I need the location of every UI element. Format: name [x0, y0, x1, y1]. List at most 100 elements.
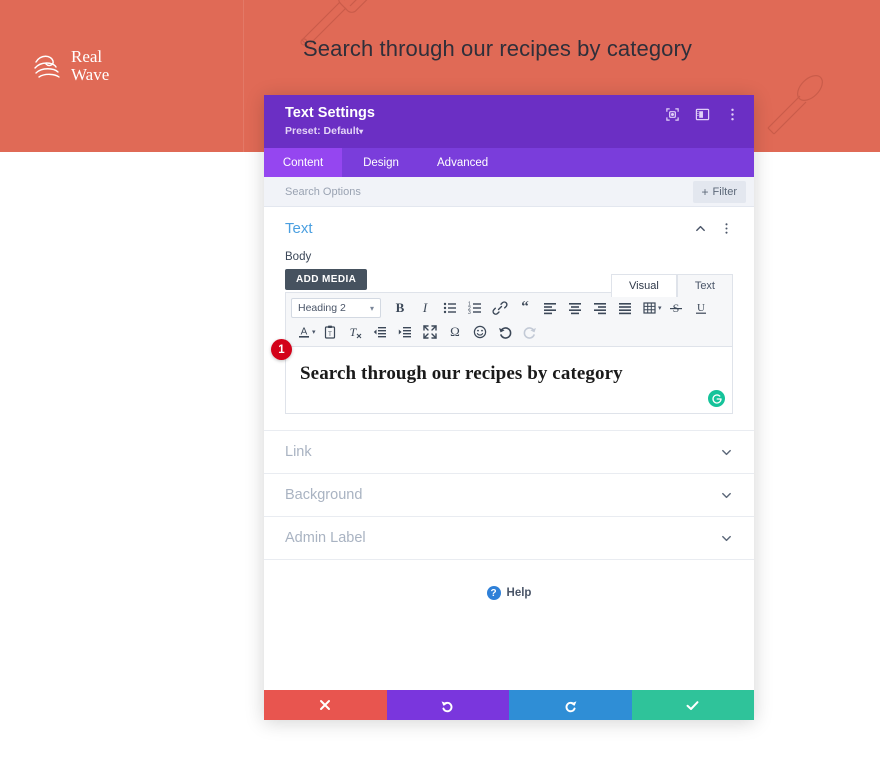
table-caret-icon[interactable]: ▾ — [658, 304, 662, 312]
accordion-item-link[interactable]: Link — [264, 431, 754, 474]
svg-text:T: T — [328, 332, 332, 338]
modal-tabs: Content Design Advanced — [264, 148, 754, 177]
close-x-icon — [320, 700, 331, 710]
link-icon[interactable] — [487, 298, 512, 319]
accordion-label: Admin Label — [285, 530, 366, 546]
panel-layout-icon[interactable] — [695, 107, 710, 122]
outdent-icon[interactable] — [368, 322, 393, 343]
section-more-icon[interactable] — [720, 222, 733, 235]
modal-header-icons — [665, 107, 740, 122]
cancel-button[interactable] — [264, 690, 387, 720]
align-justify-icon[interactable] — [612, 298, 637, 319]
undo-button[interactable] — [386, 690, 509, 720]
spoon-icon — [767, 75, 823, 135]
grammarly-icon[interactable] — [708, 390, 725, 407]
svg-text:I: I — [421, 300, 427, 315]
section-header-icons — [694, 222, 733, 235]
text-section: Text Body ADD MEDIA Visual Text Heading … — [264, 207, 754, 414]
modal-header: Text Settings Preset: Default▾ — [264, 95, 754, 148]
accordion-item-admin-label[interactable]: Admin Label — [264, 517, 754, 560]
editor-top-bar: ADD MEDIA Visual Text — [285, 269, 733, 297]
special-character-icon[interactable]: Ω — [443, 322, 468, 343]
align-right-icon[interactable] — [587, 298, 612, 319]
bold-icon[interactable]: B — [387, 298, 412, 319]
help-label: Help — [506, 587, 532, 599]
accordion-label: Link — [285, 444, 312, 460]
filter-label: Filter — [712, 186, 737, 198]
options-accordion: Link Background Admin Label — [264, 430, 754, 560]
tab-advanced[interactable]: Advanced — [420, 148, 505, 177]
search-options-row: Search Options + Filter — [264, 177, 754, 207]
text-section-header: Text — [285, 220, 733, 237]
svg-text:T: T — [350, 325, 358, 339]
redo-icon[interactable] — [518, 322, 543, 343]
svg-text:A: A — [300, 327, 307, 338]
bulleted-list-icon[interactable] — [437, 298, 462, 319]
hero-heading: Search through our recipes by category — [303, 36, 693, 61]
focus-target-icon[interactable] — [665, 107, 680, 122]
editor-heading-text[interactable]: Search through our recipes by category — [300, 363, 718, 385]
site-logo[interactable]: Real Wave — [33, 48, 109, 84]
preset-selector[interactable]: Preset: Default▾ — [285, 124, 740, 139]
align-left-icon[interactable] — [537, 298, 562, 319]
tab-text[interactable]: Text — [676, 274, 733, 297]
toolbar-row-1: Heading 2 ▾ B I 1 2 3 “ ▾ U — [291, 297, 727, 319]
accordion-item-background[interactable]: Background — [264, 474, 754, 517]
search-input[interactable]: Search Options — [285, 186, 361, 198]
svg-text:Ω: Ω — [450, 324, 460, 339]
redo-arrow-icon — [565, 700, 577, 712]
indent-icon[interactable] — [393, 322, 418, 343]
tab-design[interactable]: Design — [342, 148, 420, 177]
toolbar-row-2: A ▾ T T Ω — [291, 321, 727, 343]
chevron-down-icon — [722, 535, 731, 541]
plus-icon: + — [701, 185, 709, 199]
format-select[interactable]: Heading 2 ▾ — [291, 298, 381, 318]
wave-lines-icon — [34, 55, 60, 78]
numbered-list-icon[interactable]: 1 2 3 — [462, 298, 487, 319]
save-button[interactable] — [631, 690, 754, 720]
chevron-down-icon — [722, 492, 731, 498]
tab-content[interactable]: Content — [264, 148, 342, 177]
chevron-down-icon: ▾ — [369, 303, 374, 313]
section-title: Text — [285, 220, 313, 237]
question-mark-icon: ? — [486, 586, 501, 600]
editor-mode-tabs: Visual Text — [611, 274, 733, 297]
text-settings-modal: Text Settings Preset: Default▾ Content D… — [264, 95, 754, 720]
undo-icon[interactable] — [493, 322, 518, 343]
column-divider — [243, 0, 244, 152]
tab-visual[interactable]: Visual — [611, 274, 677, 297]
preset-caret-icon: ▾ — [359, 127, 364, 136]
text-color-caret-icon[interactable]: ▾ — [312, 328, 316, 336]
emoji-icon[interactable] — [468, 322, 493, 343]
redo-button[interactable] — [509, 690, 632, 720]
checkmark-icon — [686, 700, 699, 710]
logo-text-line1: Real — [71, 47, 103, 66]
help-link[interactable]: ? Help — [264, 586, 754, 600]
page-root: Real Wave Search through our recipes by … — [0, 0, 880, 781]
svg-text:“: “ — [521, 300, 529, 315]
strikethrough-icon[interactable]: S — [664, 298, 689, 319]
logo-text-line2: Wave — [71, 65, 110, 84]
fullscreen-icon[interactable] — [418, 322, 443, 343]
blockquote-icon[interactable]: “ — [512, 298, 537, 319]
svg-text:U: U — [697, 302, 705, 314]
modal-footer — [264, 690, 754, 720]
chevron-down-icon — [722, 449, 731, 455]
chevron-up-icon[interactable] — [694, 222, 707, 235]
format-select-value: Heading 2 — [298, 302, 346, 314]
add-media-button[interactable]: ADD MEDIA — [285, 269, 368, 290]
editor-content-area[interactable]: 1 Search through our recipes by category — [271, 339, 733, 414]
modal-body: Text Body ADD MEDIA Visual Text Heading … — [264, 207, 754, 690]
undo-arrow-icon — [441, 700, 453, 712]
filter-button[interactable]: + Filter — [692, 181, 746, 203]
vertical-dots-icon[interactable] — [725, 107, 740, 122]
paste-as-text-icon[interactable]: T — [318, 322, 343, 343]
editor-toolbar: Heading 2 ▾ B I 1 2 3 “ ▾ U A ▾ T T Ω — [285, 292, 733, 347]
svg-text:B: B — [395, 300, 404, 315]
accordion-label: Background — [285, 487, 363, 503]
align-center-icon[interactable] — [562, 298, 587, 319]
underline-icon[interactable]: U — [689, 298, 714, 319]
italic-icon[interactable]: I — [412, 298, 437, 319]
body-field-label: Body — [285, 251, 312, 263]
clear-formatting-icon[interactable]: T — [343, 322, 368, 343]
